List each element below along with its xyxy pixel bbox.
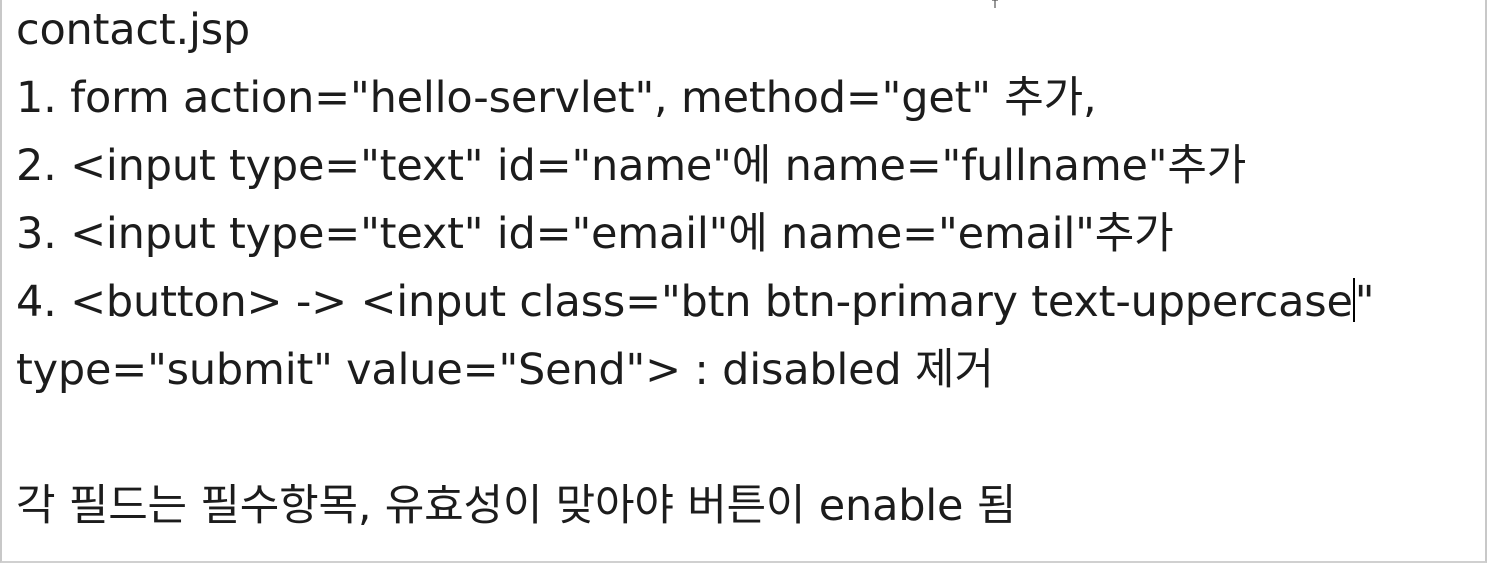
text-line: 각 필드는 필수항목, 유효성이 맞아야 버튼이 enable 됨 (16, 481, 1017, 531)
text-after-caret: " (1354, 277, 1375, 327)
text-line: 3. <input type="text" id="email"에 name="… (16, 209, 1174, 259)
text-line-with-caret: 4. <button> -> <input class="btn btn-pri… (16, 268, 1485, 336)
empty-line (16, 404, 1485, 472)
text-line: contact.jsp (16, 5, 251, 55)
text-before-caret: 4. <button> -> <input class="btn btn-pri… (16, 277, 1353, 327)
text-line: type="submit" value="Send"> : disabled 제… (16, 345, 994, 395)
text-line: 1. form action="hello-servlet", method="… (16, 73, 1097, 123)
mouse-ibeam-cursor-icon (992, 0, 998, 8)
text-line: 2. <input type="text" id="name"에 name="f… (16, 141, 1247, 191)
editor-text-area[interactable]: contact.jsp 1. form action="hello-servle… (16, 0, 1485, 561)
text-editor[interactable]: contact.jsp 1. form action="hello-servle… (0, 0, 1487, 563)
